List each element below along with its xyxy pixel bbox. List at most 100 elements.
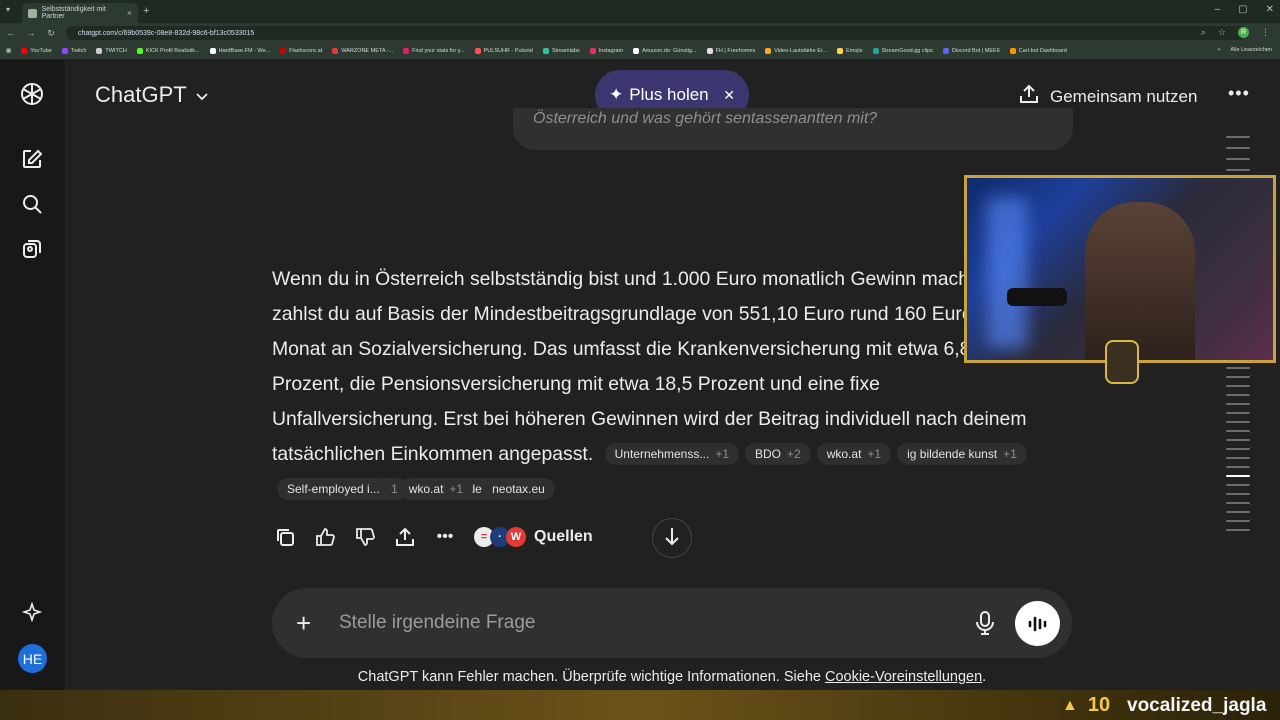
tab-search-icon[interactable]: ▾ [6,5,10,14]
bookmark-item[interactable]: Video-Lautstärke Er... [765,48,827,54]
browser-menu-icon[interactable]: ⋮ [1261,27,1270,38]
minimap-line[interactable] [1226,430,1250,432]
bookmark-favicon-icon [589,48,596,54]
more-options-icon[interactable]: ••• [1228,83,1250,104]
more-actions-icon[interactable]: ••• [432,524,458,550]
sparkle-icon: ✦ [609,85,624,104]
openai-logo-icon[interactable] [19,81,45,107]
citation-chip[interactable]: ig bildende kunst +1 [897,443,1027,465]
bookmark-item[interactable]: Discord Bot | MEE6 [942,48,1000,54]
copy-icon[interactable] [272,524,298,550]
bookmark-label: YouTube [30,48,52,54]
minimize-icon[interactable]: – [1215,4,1221,15]
bookmark-item[interactable]: Twitch [61,48,86,54]
minimap-line[interactable] [1226,502,1250,504]
voice-mode-button[interactable] [1015,601,1060,646]
citation-chip[interactable]: BDO +2 [745,443,811,465]
minimap-line[interactable] [1226,520,1250,522]
bookmark-item[interactable]: Flashscore.at [280,48,322,54]
share-message-icon[interactable] [392,524,418,550]
disclaimer-end: . [982,669,987,685]
minimap-line[interactable] [1226,475,1250,477]
arrow-down-icon [663,526,681,551]
minimap-line[interactable] [1226,394,1250,396]
minimap-line[interactable] [1226,457,1250,459]
bookmark-item[interactable]: Amazon.de: Günstig... [633,48,697,54]
citation-chip[interactable]: Self-employed i... [277,478,390,500]
bookmark-item[interactable]: TWITCH [96,48,127,54]
bookmark-item[interactable]: KICK Profil Realistik... [136,48,200,54]
library-icon[interactable] [19,236,45,262]
minimap-line[interactable] [1226,484,1250,486]
bookmark-item[interactable]: Instagram [589,48,623,54]
bookmark-item[interactable]: Emojis [837,48,863,54]
minimap-line[interactable] [1226,385,1250,387]
citation-chip[interactable]: wko.at +1 [398,478,474,500]
bookmark-favicon-icon [21,48,28,54]
apps-icon[interactable]: ▦ [6,48,11,54]
forward-icon[interactable]: → [22,28,40,38]
bookmark-star-icon[interactable]: ☆ [1218,27,1226,38]
thumbs-up-icon[interactable] [312,524,338,550]
minimap-line[interactable] [1226,169,1250,171]
citation-count: +1 [715,447,730,461]
more-bookmarks-icon[interactable]: » [1217,47,1220,53]
app-sidebar: HE [0,60,66,690]
minimap-line[interactable] [1226,412,1250,414]
minimap-line[interactable] [1226,403,1250,405]
scroll-down-button[interactable] [652,518,692,558]
back-icon[interactable]: ← [2,28,20,38]
composer: + Stelle irgendeine Frage [272,588,1072,658]
sources-button[interactable]: = · W Quellen [474,527,593,547]
upgrade-sparkle-icon[interactable] [19,599,45,625]
citation-chip[interactable]: neotax.eu [482,478,555,500]
share-label: Gemeinsam nutzen [1050,86,1198,106]
new-chat-icon[interactable] [19,146,45,172]
bookmark-item[interactable]: Carl-bot Dashboard [1009,48,1067,54]
cookie-settings-link[interactable]: Cookie-Voreinstellungen [825,669,982,685]
model-selector[interactable]: ChatGPT [95,82,209,108]
browser-tab[interactable]: Selbstständigkeit mit Partner × [22,3,138,23]
all-bookmarks[interactable]: Alle Lesezeichen [1230,47,1272,53]
prompt-input[interactable]: Stelle irgendeine Frage [339,612,535,634]
microphone-icon[interactable] [974,610,996,641]
url-field[interactable]: chatgpt.com/c/69b0539c-08e8-832d-98c6-bf… [66,26,1246,40]
maximize-icon[interactable]: ▢ [1238,4,1247,15]
bookmark-item[interactable]: FH | Freehomes [706,48,755,54]
minimap-line[interactable] [1226,529,1250,531]
minimap-line[interactable] [1226,147,1250,149]
close-icon[interactable]: ✕ [723,87,735,104]
bookmark-item[interactable]: WARZONE META -... [332,48,393,54]
minimap-line[interactable] [1226,511,1250,513]
bookmark-item[interactable]: StreamGood.gg clips [872,48,933,54]
citation-chip[interactable]: wko.at +1 [816,443,892,465]
minimap-line[interactable] [1226,493,1250,495]
minimap-line[interactable] [1226,466,1250,468]
minimap-line[interactable] [1226,136,1250,138]
minimap-line[interactable] [1226,421,1250,423]
thumbs-down-icon[interactable] [352,524,378,550]
search-chats-icon[interactable] [19,191,45,217]
zoom-icon[interactable]: ⌕ [1201,27,1206,38]
minimap-line[interactable] [1226,367,1250,369]
new-tab-icon[interactable]: + [143,5,149,17]
browser-tab-strip: ▾ Selbstständigkeit mit Partner × + – ▢ … [0,0,1280,23]
citation-label: Self-employed i... [287,482,380,496]
bookmark-item[interactable]: PULSUHR - Pulsoid [474,48,533,54]
share-button[interactable]: Gemeinsam nutzen [1018,83,1197,110]
tab-close-icon[interactable]: × [127,8,132,18]
minimap-line[interactable] [1226,376,1250,378]
bookmark-item[interactable]: Find your stats for y... [403,48,465,54]
minimap-line[interactable] [1226,448,1250,450]
bookmark-item[interactable]: YouTube [21,48,52,54]
window-close-icon[interactable]: ✕ [1266,4,1274,15]
profile-icon[interactable]: R [1238,27,1249,38]
minimap-line[interactable] [1226,439,1250,441]
add-attachment-icon[interactable]: + [296,608,311,639]
minimap-line[interactable] [1226,158,1250,160]
citation-chip[interactable]: Unternehmenss... +1 [604,443,740,465]
bookmark-item[interactable]: HardBase.FM - We... [209,48,270,54]
reload-icon[interactable]: ↻ [42,28,60,39]
bookmark-item[interactable]: Streamlabs [542,48,580,54]
citation-label: wko.at [826,447,862,461]
